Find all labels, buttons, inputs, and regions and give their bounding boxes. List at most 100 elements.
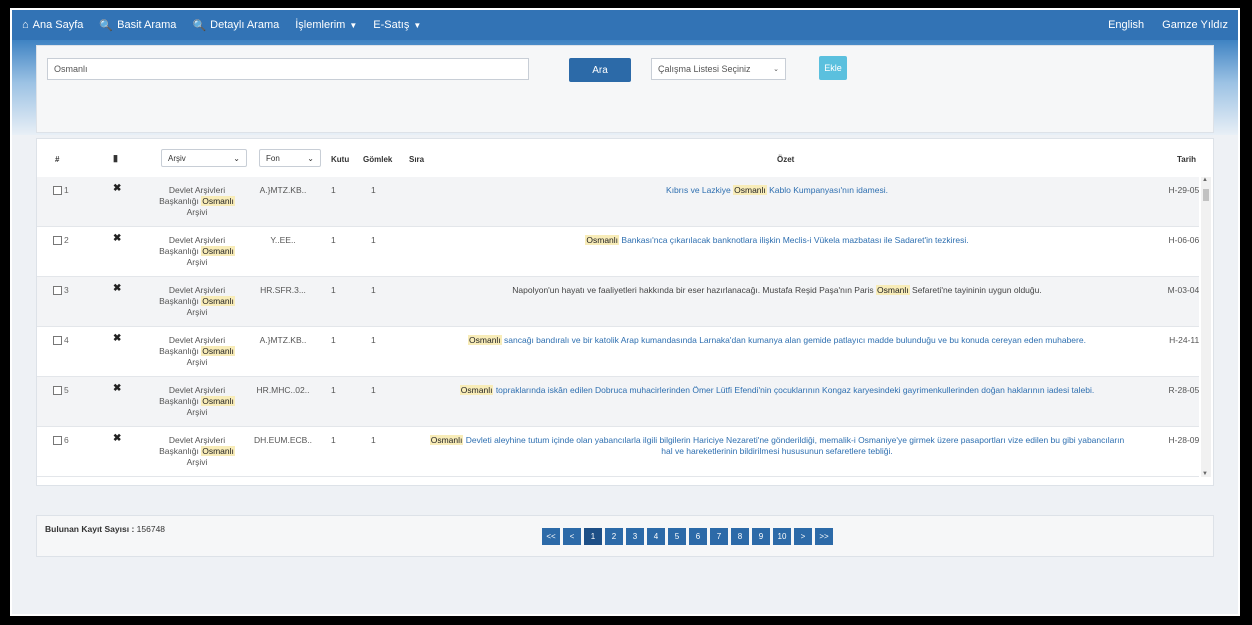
- remove-icon[interactable]: ✖: [113, 183, 121, 194]
- row-select[interactable]: 1: [53, 185, 69, 195]
- nav-basic-search[interactable]: 🔍 Basit Arama: [99, 19, 176, 32]
- page-button[interactable]: 5: [668, 528, 686, 545]
- ozet-text: Napolyon'un hayatı ve faaliyetleri hakkı…: [512, 285, 877, 295]
- page-button[interactable]: >>: [815, 528, 833, 545]
- fon-cell: HR.MHC..02..: [256, 385, 310, 395]
- remove-icon[interactable]: ✖: [113, 433, 121, 444]
- row-number: 3: [64, 285, 69, 295]
- fon-cell: A.}MTZ.KB..: [259, 185, 307, 195]
- user-menu[interactable]: Gamze Yıldız: [1162, 19, 1228, 31]
- page-button[interactable]: 6: [689, 528, 707, 545]
- page-button[interactable]: >: [794, 528, 812, 545]
- ozet-text: Kablo Kumpanyası'nın idamesi.: [766, 185, 888, 195]
- ozet-cell[interactable]: Osmanlı Devleti aleyhine tutum içinde ol…: [427, 435, 1127, 457]
- row-select[interactable]: 2: [53, 235, 69, 245]
- page-button[interactable]: 4: [647, 528, 665, 545]
- chevron-down-icon: ⌄: [307, 153, 314, 163]
- remove-icon[interactable]: ✖: [113, 383, 121, 394]
- arsiv-cell: Devlet Arşivleri Başkanlığı Osmanlı Arşivi: [153, 335, 241, 368]
- row-select[interactable]: 5: [53, 385, 69, 395]
- tarih-cell: H-28-09-1333: [1168, 435, 1199, 445]
- table-row: 2 ✖ Devlet Arşivleri Başkanlığı Osmanlı Arşi…: [37, 227, 1199, 277]
- remove-icon[interactable]: ✖: [113, 333, 121, 344]
- highlight-term: Osmanlı: [201, 296, 235, 306]
- fon-cell: A.}MTZ.KB..: [259, 335, 307, 345]
- page-button[interactable]: 3: [626, 528, 644, 545]
- checkbox[interactable]: [53, 185, 62, 195]
- page-button[interactable]: <: [563, 528, 581, 545]
- add-button[interactable]: Ekle: [819, 56, 847, 80]
- col-sira[interactable]: Sıra: [409, 155, 424, 164]
- scroll-thumb[interactable]: [1203, 189, 1209, 201]
- nav-home[interactable]: ⌂ Ana Sayfa: [22, 19, 83, 31]
- checkbox[interactable]: [53, 235, 62, 245]
- col-tarih[interactable]: Tarih: [1177, 155, 1196, 164]
- highlight-term: Osmanlı: [201, 446, 235, 456]
- ozet-cell[interactable]: Osmanlı Bankası'nca çıkarılacak banknotl…: [427, 235, 1127, 246]
- arsiv-filter-select[interactable]: Arşiv ⌄: [161, 149, 247, 167]
- results-panel: # ▮ Arşiv ⌄ Fon ⌄ Kutu Gömlek Sıra Özet …: [36, 138, 1214, 486]
- row-number: 2: [64, 235, 69, 245]
- page-button[interactable]: 2: [605, 528, 623, 545]
- remove-icon[interactable]: ✖: [113, 233, 121, 244]
- scroll-up-icon[interactable]: ▲: [1202, 177, 1208, 183]
- search-button[interactable]: Ara: [569, 58, 631, 82]
- ozet-cell[interactable]: Napolyon'un hayatı ve faaliyetleri hakkı…: [427, 285, 1127, 296]
- page-button[interactable]: 10: [773, 528, 791, 545]
- table-row: 4 ✖ Devlet Arşivleri Başkanlığı Osmanlı Arşi…: [37, 327, 1199, 377]
- page-button[interactable]: 9: [752, 528, 770, 545]
- kutu-cell: 1: [331, 385, 336, 395]
- page-button[interactable]: 1: [584, 528, 602, 545]
- tarih-cell: H-24-11-1329: [1169, 335, 1199, 345]
- highlight-term: Osmanlı: [429, 435, 464, 445]
- arsiv-cell: Devlet Arşivleri Başkanlığı Osmanlı Arşivi: [153, 285, 241, 318]
- checkbox[interactable]: [53, 435, 62, 445]
- search-icon: 🔍: [99, 19, 114, 32]
- row-select[interactable]: 6: [53, 435, 69, 445]
- browser-frame: ⌂ Ana Sayfa 🔍 Basit Arama 🔍 Detaylı Aram…: [10, 8, 1240, 616]
- results-scrollbar[interactable]: ▲ ▼: [1201, 177, 1211, 477]
- highlight-term: Osmanlı: [459, 385, 494, 395]
- highlight-term: Osmanlı: [468, 335, 502, 345]
- row-number: 1: [64, 185, 69, 195]
- nav-esale-label: E-Satış: [373, 19, 410, 31]
- ozet-text: topraklarında iskân edilen Dobruca muhac…: [493, 385, 1095, 395]
- page-button[interactable]: 7: [710, 528, 728, 545]
- remove-icon[interactable]: ✖: [113, 283, 121, 294]
- fon-filter-label: Fon: [266, 153, 280, 163]
- row-select[interactable]: 3: [53, 285, 69, 295]
- fon-cell: Y..EE..: [270, 235, 296, 245]
- gomlek-cell: 1: [371, 185, 376, 195]
- ozet-cell[interactable]: Kıbrıs ve Lazkiye Osmanlı Kablo Kumpanya…: [427, 185, 1127, 196]
- ozet-cell[interactable]: Osmanlı sancağı bandıralı ve bir katolik…: [427, 335, 1127, 346]
- col-kutu[interactable]: Kutu: [331, 155, 349, 164]
- fon-filter-select[interactable]: Fon ⌄: [259, 149, 321, 167]
- table-row: 6 ✖ Devlet Arşivleri Başkanlığı Osmanlı Arşi…: [37, 427, 1199, 477]
- col-gomlek[interactable]: Gömlek: [363, 155, 392, 164]
- page-button[interactable]: 8: [731, 528, 749, 545]
- row-number: 4: [64, 335, 69, 345]
- page-button[interactable]: <<: [542, 528, 560, 545]
- search-input[interactable]: [47, 58, 529, 80]
- highlight-term: Osmanlı: [585, 235, 620, 245]
- language-link[interactable]: English: [1108, 19, 1144, 31]
- arsiv-cell: Devlet Arşivleri Başkanlığı Osmanlı Arşivi: [153, 435, 241, 468]
- arsiv-text: Başkanlığı: [159, 446, 199, 456]
- arsiv-text: Devlet Arşivleri: [168, 285, 226, 295]
- scroll-down-icon[interactable]: ▼: [1202, 471, 1208, 477]
- nav-detailed-search[interactable]: 🔍 Detaylı Arama: [192, 19, 279, 32]
- checkbox[interactable]: [53, 385, 62, 395]
- ozet-text: Kıbrıs ve Lazkiye: [666, 185, 734, 195]
- arsiv-text: Arşivi: [186, 407, 208, 417]
- nav-esale-dropdown[interactable]: E-Satış ▼: [373, 19, 421, 31]
- checkbox[interactable]: [53, 285, 62, 295]
- checkbox[interactable]: [53, 335, 62, 345]
- gomlek-cell: 1: [371, 235, 376, 245]
- work-list-select[interactable]: Çalışma Listesi Seçiniz ⌄: [651, 58, 786, 80]
- arsiv-text: Arşivi: [186, 357, 208, 367]
- kutu-cell: 1: [331, 335, 336, 345]
- row-select[interactable]: 4: [53, 335, 69, 345]
- table-row: 1 ✖ Devlet Arşivleri Başkanlığı Osmanlı Arşi…: [37, 177, 1199, 227]
- nav-operations-dropdown[interactable]: İşlemlerim ▼: [295, 19, 357, 31]
- ozet-cell[interactable]: Osmanlı topraklarında iskân edilen Dobru…: [427, 385, 1127, 396]
